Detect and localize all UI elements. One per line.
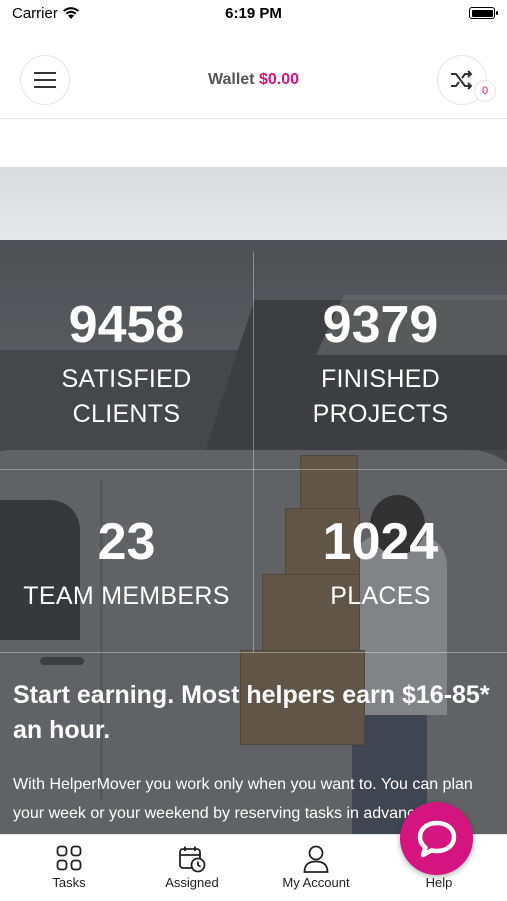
status-bar: Carrier 6:19 PM bbox=[0, 0, 507, 28]
spacer bbox=[0, 119, 507, 167]
stat-projects-number: 9379 bbox=[322, 296, 439, 354]
grid-divider-horizontal bbox=[0, 469, 507, 470]
tab-my-account-label: My Account bbox=[282, 875, 350, 890]
battery-icon bbox=[469, 7, 498, 19]
stat-places-number: 1024 bbox=[322, 513, 439, 571]
shuffle-icon bbox=[451, 70, 473, 90]
wallet-balance[interactable]: Wallet $0.00 bbox=[0, 71, 507, 89]
grid-icon bbox=[56, 845, 82, 871]
notification-badge: 0 bbox=[474, 80, 496, 102]
banner-strip bbox=[0, 167, 507, 240]
help-chat-button[interactable] bbox=[400, 802, 473, 875]
calendar-clock-icon bbox=[179, 846, 206, 873]
grid-divider-bottom bbox=[0, 652, 507, 653]
tab-assigned[interactable]: Assigned bbox=[129, 835, 255, 901]
user-icon bbox=[303, 845, 329, 873]
app-header: Wallet $0.00 0 bbox=[0, 28, 507, 119]
tab-assigned-label: Assigned bbox=[165, 875, 219, 890]
wallet-amount: $0.00 bbox=[258, 71, 300, 88]
stat-clients-number: 9458 bbox=[68, 296, 185, 354]
stat-projects-label-2: PROJECTS bbox=[312, 400, 449, 428]
stat-team-label: TEAM MEMBERS bbox=[23, 582, 230, 610]
stat-clients-label-1: SATISFIED bbox=[61, 365, 192, 393]
tab-tasks-label: Tasks bbox=[52, 875, 86, 890]
stat-projects-label-1: FINISHED bbox=[320, 365, 441, 393]
clock: 6:19 PM bbox=[225, 5, 282, 22]
wallet-label: Wallet bbox=[207, 71, 255, 88]
tab-tasks[interactable]: Tasks bbox=[6, 835, 132, 901]
stat-team-number: 23 bbox=[97, 513, 156, 571]
tab-help-label: Help bbox=[425, 875, 453, 890]
chat-bubble-icon bbox=[417, 820, 456, 857]
stat-places-label: PLACES bbox=[330, 582, 431, 610]
tab-my-account[interactable]: My Account bbox=[253, 835, 379, 901]
stat-clients-label-2: CLIENTS bbox=[72, 400, 181, 428]
promo-headline: Start earning. Most helpers earn $16-85*… bbox=[13, 681, 490, 744]
